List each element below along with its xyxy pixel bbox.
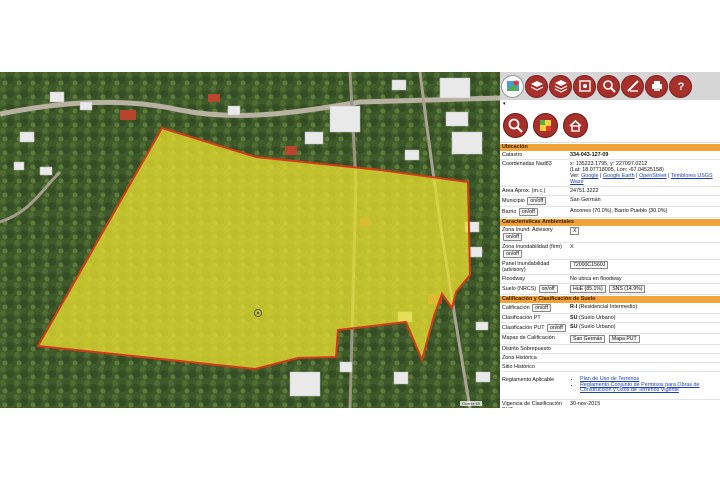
layers-stack-icon[interactable]: [525, 74, 548, 98]
row-barrio: Barrio on/off Ancones (70.0%), Barrio Pu…: [500, 207, 720, 218]
row-reglamento: Reglamento Aplicable Plan de Uso de Terr…: [500, 372, 720, 400]
print-icon[interactable]: [645, 74, 668, 98]
layers-map-icon[interactable]: [501, 74, 524, 98]
row-municipio: Municipio on/off San Germán: [500, 196, 720, 207]
clas-put-code: SU: [570, 324, 578, 330]
clas-pt-desc: (Suelo Urbano): [579, 315, 616, 321]
zona-advisory-toggle-button[interactable]: on/off: [503, 233, 522, 241]
catastro-value: 334-043-127-09: [570, 152, 609, 158]
panel-value-button[interactable]: 72000C1560J: [570, 261, 609, 269]
layers-stack-icon[interactable]: [549, 74, 572, 98]
gis-viewer: Guerra 65 ? ▾ Ubicación Catastro 334-043…: [0, 72, 720, 408]
row-clas-pt: Clasificación PT SU (Suelo Urbano): [500, 314, 720, 323]
link-waze[interactable]: Waze: [570, 179, 584, 185]
coord-label: Coordenadas Nad83: [502, 161, 552, 167]
map-canvas[interactable]: [0, 72, 500, 408]
calificacion-toggle-button[interactable]: on/off: [532, 304, 551, 312]
row-coordenadas: Coordenadas Nad83 x: 135223.1795, y: 227…: [500, 160, 720, 187]
barrio-label: Barrio: [502, 209, 517, 215]
suelo-toggle-button[interactable]: on/off: [538, 285, 558, 293]
link-temblores-usgs[interactable]: Temblores USGS: [671, 173, 713, 179]
clas-pt-code: SU: [570, 315, 578, 321]
zona-firm-value: X: [570, 244, 574, 250]
panel-label: Panel Inundabilidad (advisory): [502, 261, 550, 273]
vigencia-value: 30-nov-2015: [570, 400, 601, 407]
mapas-label: Mapas de Calificación: [502, 335, 555, 341]
floodway-value: No ubica en floodway: [570, 276, 622, 282]
clas-put-toggle-button[interactable]: on/off: [546, 324, 566, 332]
link-google-earth[interactable]: Google Earth: [603, 173, 635, 179]
barrio-value: Ancones (70.0%), Barrio Pueblo (30.0%): [570, 208, 668, 214]
mapa-san-german-button[interactable]: San Germán: [570, 335, 606, 343]
row-floodway: Floodway No ubica en floodway: [500, 275, 720, 284]
tool-row: [500, 108, 720, 143]
zoom-icon[interactable]: [597, 74, 620, 98]
chevron-down-icon[interactable]: ▾: [503, 101, 506, 107]
reglamento-label: Reglamento Aplicable: [502, 377, 555, 383]
info-panel: ? ▾ Ubicación Catastro 334-043-127-09 Co…: [500, 72, 720, 408]
layer-dropdown[interactable]: ▾: [500, 100, 720, 108]
home-parcel-icon[interactable]: [563, 112, 588, 138]
zona-firm-toggle-button[interactable]: on/off: [503, 250, 522, 258]
zoning-map-icon[interactable]: [533, 112, 558, 138]
map-street-label: Guerra 65: [460, 401, 483, 406]
row-distrito: Distrito Sobrepuesto: [500, 345, 720, 354]
row-mapas: Mapas de Calificación San Germán Mapa PU…: [500, 334, 720, 345]
row-zona-advisory: Zona Inund. Advisory on/off X: [500, 226, 720, 243]
row-calificacion: Calificación on/off R-I (Residencial Int…: [500, 303, 720, 314]
municipio-value: San Germán: [570, 197, 601, 203]
calificacion-label: Calificación: [502, 305, 530, 311]
area-value: 24751.3222: [570, 188, 599, 194]
row-clas-put: Clasificación PUT on/off SU (Suelo Urban…: [500, 323, 720, 334]
section-ubicacion: Ubicación: [500, 144, 720, 151]
link-google[interactable]: Google: [581, 173, 598, 179]
barrio-toggle-button[interactable]: on/off: [518, 208, 538, 216]
floodway-label: Floodway: [502, 276, 526, 282]
area-label: Area Aprox. (m.c.): [502, 188, 546, 194]
suelo-sns-button[interactable]: SNS (14.9%): [609, 285, 646, 293]
link-reglamento-conjunto[interactable]: Reglamento Conjunto de Permisos para Obr…: [580, 382, 700, 394]
mapa-put-button[interactable]: Mapa PUT: [608, 335, 640, 343]
clas-put-desc: (Suelo Urbano): [579, 324, 616, 330]
sitio-historico-label: Sitio Histórico: [502, 364, 535, 370]
help-icon[interactable]: ?: [669, 74, 692, 98]
coord-value: x: 135223.1795, y: 227097.0212 (Lat: 18.…: [568, 160, 720, 186]
row-area: Area Aprox. (m.c.) 24751.3222: [500, 187, 720, 196]
measure-icon[interactable]: [621, 74, 644, 98]
row-sitio-historico: Sitio Histórico: [500, 363, 720, 372]
row-vigencia: Vigencia de Clasificación PUT 30-nov-201…: [500, 400, 720, 409]
row-catastro: Catastro 334-043-127-09: [500, 151, 720, 160]
row-zona-firm: Zona Inundabilidad (firm) on/off X: [500, 243, 720, 260]
calificacion-desc: (Residencial Intermedio): [578, 304, 638, 310]
search-location-icon[interactable]: [503, 112, 528, 138]
section-ambientales: Características Ambientales: [500, 219, 720, 226]
municipio-toggle-button[interactable]: on/off: [527, 197, 547, 205]
vigencia-label: Vigencia de Clasificación PUT: [502, 400, 562, 409]
identify-icon[interactable]: [573, 74, 596, 98]
calificacion-code: R-I: [570, 304, 578, 310]
main-toolbar: ?: [500, 72, 720, 100]
municipio-label: Municipio: [502, 198, 525, 204]
svg-text:?: ?: [677, 81, 684, 93]
clas-pt-label: Clasificación PT: [502, 315, 541, 321]
zona-advisory-value[interactable]: X: [570, 227, 580, 235]
row-zona-historica: Zona Histórica: [500, 354, 720, 363]
distrito-label: Distrito Sobrepuesto: [502, 346, 551, 352]
suelo-hue-button[interactable]: HuE (85.1%): [570, 285, 606, 293]
row-panel: Panel Inundabilidad (advisory) 72000C156…: [500, 260, 720, 275]
clas-put-label: Clasificación PUT: [502, 325, 545, 331]
link-openstreet[interactable]: OpenStreet: [639, 173, 667, 179]
row-suelo: Suelo (NRCS) on/off HuE (85.1%) SNS (14.…: [500, 284, 720, 295]
suelo-label: Suelo (NRCS): [502, 286, 537, 292]
catastro-label: Catastro: [502, 152, 523, 158]
section-calificacion: Calificación y Clasificación de Suelo: [500, 296, 720, 303]
satellite-map[interactable]: Guerra 65: [0, 72, 500, 408]
view-links: Ver: Google | Google Earth | OpenStreet …: [570, 173, 713, 179]
zona-historica-label: Zona Histórica: [502, 355, 537, 361]
